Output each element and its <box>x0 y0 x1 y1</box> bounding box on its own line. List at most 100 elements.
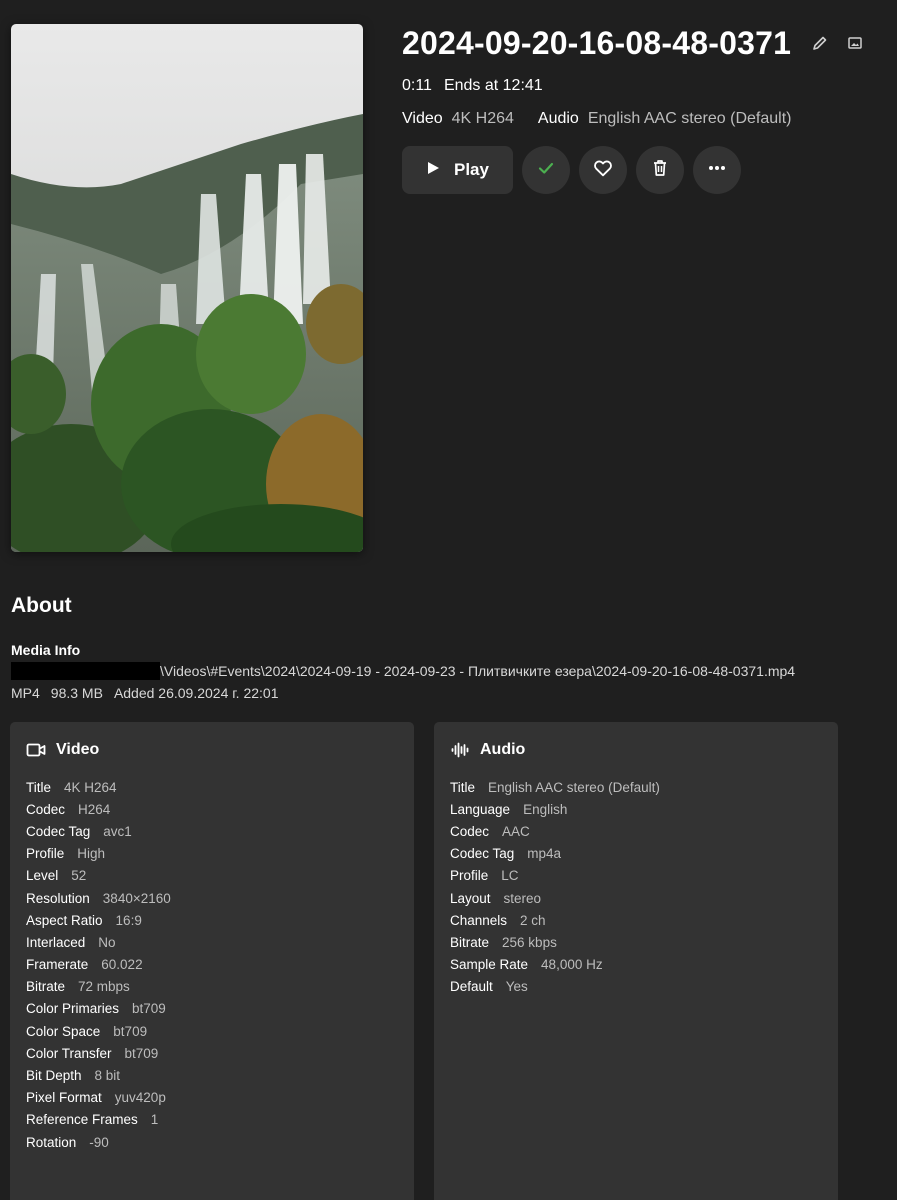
video-prop-row: Codec Tag avc1 <box>26 820 398 842</box>
heart-icon <box>592 157 614 184</box>
audio-card-title: Audio <box>480 741 526 758</box>
video-prop-value: 4K H264 <box>64 779 117 795</box>
duration: 0:11 <box>402 77 432 94</box>
video-prop-value: bt709 <box>113 1023 148 1039</box>
audio-prop-key: Channels <box>450 912 508 928</box>
audio-prop-row: Profile LC <box>450 865 822 887</box>
video-prop-key: Resolution <box>26 890 90 906</box>
video-prop-value: 8 bit <box>94 1068 121 1084</box>
audio-prop-value: Yes <box>505 979 528 995</box>
audio-prop-key: Layout <box>450 890 491 906</box>
item-details: 2024-09-20-16-08-48-0371 0:11 Ends at 12… <box>402 24 897 194</box>
audio-prop-key: Profile <box>450 868 489 884</box>
video-prop-value: 1 <box>150 1112 159 1128</box>
video-prop-key: Aspect Ratio <box>26 912 103 928</box>
play-label: Play <box>454 160 489 179</box>
play-button[interactable]: Play <box>402 146 513 194</box>
video-prop-row: Aspect Ratio 16:9 <box>26 909 398 931</box>
file-path-text: \Videos\#Events\2024\2024-09-19 - 2024-0… <box>160 663 796 679</box>
video-prop-row: Profile High <box>26 843 398 865</box>
video-prop-key: Interlaced <box>26 934 86 950</box>
video-camera-icon <box>26 740 46 760</box>
video-prop-row: Codec H264 <box>26 798 398 820</box>
audio-prop-key: Bitrate <box>450 934 490 950</box>
container-format: MP4 <box>11 685 40 701</box>
video-prop-row: Color Primaries bt709 <box>26 998 398 1020</box>
video-prop-key: Title <box>26 779 52 795</box>
audio-prop-row: Sample Rate 48,000 Hz <box>450 954 822 976</box>
audio-prop-row: Language English <box>450 798 822 820</box>
audio-prop-value: 2 ch <box>520 912 546 928</box>
audio-prop-row: Default Yes <box>450 976 822 998</box>
video-prop-key: Bitrate <box>26 979 66 995</box>
audio-prop-value: 256 kbps <box>502 934 557 950</box>
video-prop-key: Color Space <box>26 1023 101 1039</box>
video-prop-value: 16:9 <box>115 912 142 928</box>
media-info-heading: Media Info <box>11 642 81 658</box>
waterfall-thumbnail <box>11 24 363 552</box>
video-stream-card: Video Title 4K H264 Codec H264 Codec Tag avc1… <box>10 722 414 1200</box>
video-prop-key: Codec <box>26 801 66 817</box>
audio-prop-row: Codec Tag mp4a <box>450 843 822 865</box>
audio-prop-value: English AAC stereo (Default) <box>488 779 660 795</box>
video-prop-key: Level <box>26 868 59 884</box>
audio-prop-key: Language <box>450 801 511 817</box>
audio-prop-key: Title <box>450 779 476 795</box>
video-prop-value: bt709 <box>124 1045 159 1061</box>
date-added: Added 26.09.2024 г. 22:01 <box>113 685 279 701</box>
audio-card-header: Audio <box>450 740 822 760</box>
audio-prop-key: Codec Tag <box>450 846 515 862</box>
video-prop-value: No <box>98 934 116 950</box>
audio-props: Title English AAC stereo (Default) Languag… <box>450 776 822 998</box>
video-prop-value: yuv420p <box>114 1090 166 1106</box>
video-prop-row: Pixel Format yuv420p <box>26 1087 398 1109</box>
audio-prop-value: stereo <box>503 890 542 906</box>
audio-track-label: Audio <box>537 110 579 127</box>
image-icon[interactable] <box>846 34 864 52</box>
about-heading: About <box>11 594 72 617</box>
video-prop-row: Framerate 60.022 <box>26 954 398 976</box>
check-icon <box>536 158 556 183</box>
pencil-icon[interactable] <box>811 34 829 52</box>
video-prop-key: Profile <box>26 846 65 862</box>
favorite-button[interactable] <box>579 146 627 194</box>
video-prop-value: H264 <box>78 801 111 817</box>
video-prop-row: Resolution 3840×2160 <box>26 887 398 909</box>
audio-prop-row: Channels 2 ch <box>450 909 822 931</box>
audio-prop-value: 48,000 Hz <box>541 957 603 973</box>
audio-prop-row: Layout stereo <box>450 887 822 909</box>
play-icon <box>426 160 440 180</box>
video-track-value[interactable]: 4K H264 <box>452 110 514 128</box>
poster-image[interactable] <box>11 24 363 552</box>
video-prop-key: Bit Depth <box>26 1068 82 1084</box>
video-prop-row: Reference Frames 1 <box>26 1109 398 1131</box>
video-prop-key: Rotation <box>26 1134 77 1150</box>
audio-prop-value: English <box>523 801 568 817</box>
video-prop-row: Color Space bt709 <box>26 1020 398 1042</box>
audio-track-value[interactable]: English AAC stereo (Default) <box>588 110 792 128</box>
redacted-path-prefix <box>11 662 160 680</box>
video-prop-row: Interlaced No <box>26 931 398 953</box>
audio-prop-key: Codec <box>450 823 490 839</box>
more-button[interactable] <box>693 146 741 194</box>
audio-prop-row: Codec AAC <box>450 820 822 842</box>
video-prop-row: Title 4K H264 <box>26 776 398 798</box>
audio-prop-value: LC <box>501 868 519 884</box>
video-card-title: Video <box>56 741 100 758</box>
video-prop-row: Level 52 <box>26 865 398 887</box>
audio-prop-value: mp4a <box>527 846 562 862</box>
mark-played-button[interactable] <box>522 146 570 194</box>
delete-button[interactable] <box>636 146 684 194</box>
video-prop-row: Bitrate 72 mbps <box>26 976 398 998</box>
video-prop-key: Framerate <box>26 957 89 973</box>
ends-at: Ends at 12:41 <box>443 77 543 94</box>
audio-stream-card: Audio Title English AAC stereo (Default) L… <box>434 722 838 1200</box>
video-prop-key: Pixel Format <box>26 1090 102 1106</box>
file-path: \Videos\#Events\2024\2024-09-19 - 2024-0… <box>11 662 795 680</box>
video-prop-value: High <box>77 846 106 862</box>
video-prop-key: Codec Tag <box>26 823 91 839</box>
more-icon <box>707 158 727 183</box>
item-title: 2024-09-20-16-08-48-0371 <box>402 24 792 61</box>
action-buttons: Play <box>402 146 897 194</box>
video-prop-value: 72 mbps <box>78 979 130 995</box>
